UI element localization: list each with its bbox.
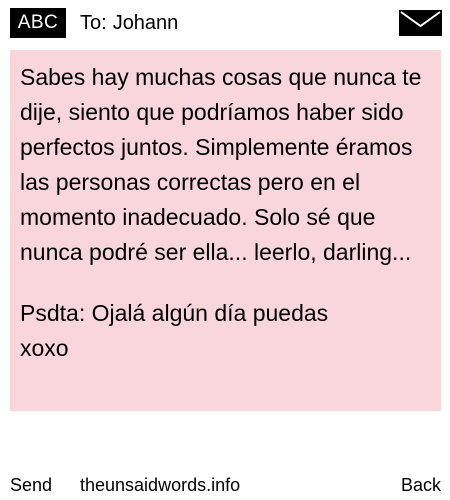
footer: Send theunsaidwords.info Back xyxy=(0,470,450,500)
recipient-name: Johann xyxy=(112,12,179,34)
back-button[interactable]: Back xyxy=(401,470,441,500)
abc-badge: ABC xyxy=(10,8,66,38)
to-prefix: To: xyxy=(80,12,107,34)
envelope-icon xyxy=(399,10,442,36)
recipient-line: To: Johann xyxy=(80,8,178,38)
site-link[interactable]: theunsaidwords.info xyxy=(80,470,240,500)
send-button[interactable]: Send xyxy=(10,470,52,500)
message-screen: ABC To: Johann Sabes hay muchas cosas que… xyxy=(0,0,450,500)
header: ABC To: Johann xyxy=(0,0,450,45)
message-postscript: Psdta: Ojalá algún día puedas xoxo xyxy=(20,300,329,361)
message-card: Sabes hay muchas cosas que nunca te dije… xyxy=(10,50,441,411)
message-body: Sabes hay muchas cosas que nunca te dije… xyxy=(20,64,428,265)
